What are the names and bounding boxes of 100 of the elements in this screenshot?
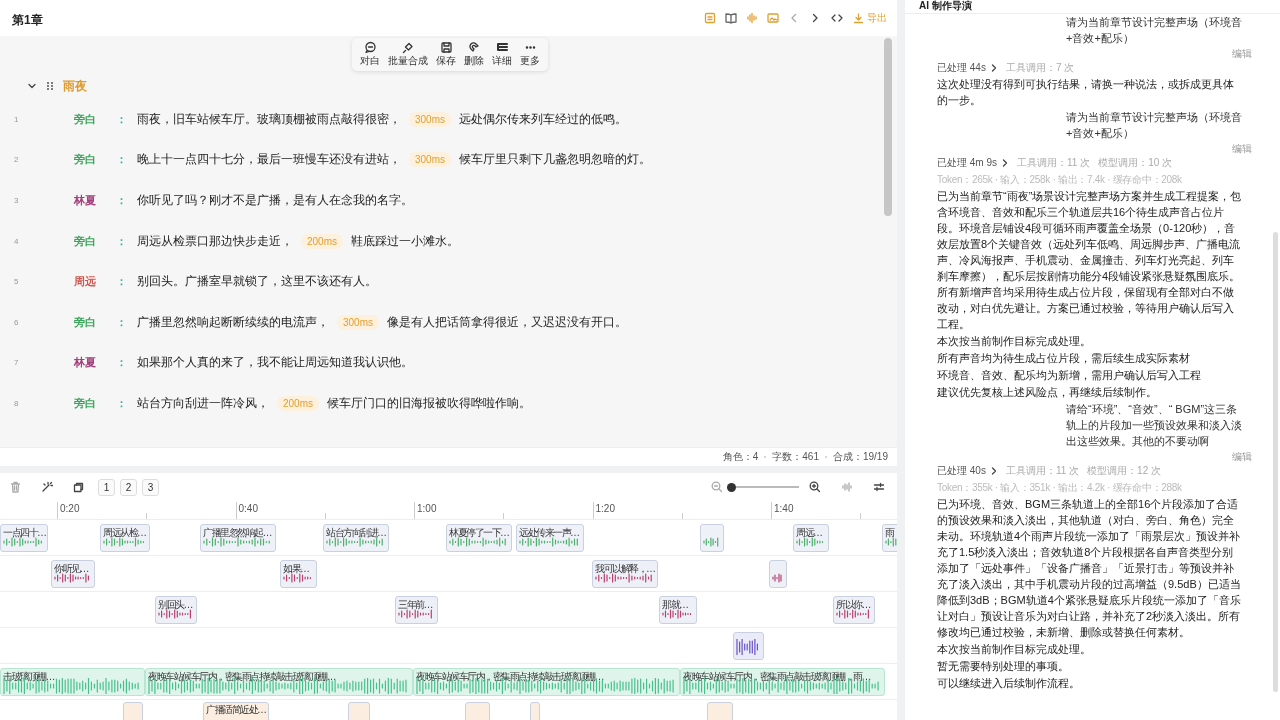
line-number: 5 (13, 277, 20, 287)
clip-label: 雨 (885, 526, 894, 540)
ambience-clip[interactable]: 击玻璃顶棚… (0, 668, 145, 696)
reply-text: 本次按当前制作目标完成处理。 (937, 334, 1092, 349)
line-text[interactable]: 别回头。广播室早就锁了，这里不该还有人。 (137, 273, 377, 291)
time-label: 1:20 (595, 503, 615, 514)
line-text[interactable]: 站台方向刮进一阵冷风， (137, 394, 269, 412)
clip-label: 周远从检… (103, 526, 146, 540)
line-text[interactable]: 晚上十一点四十七分，最后一班慢车还没有进站， (137, 151, 401, 169)
time-label: 1:00 (417, 503, 437, 514)
clip-label: 站台方向刮进… (326, 526, 386, 540)
separator: ： (115, 111, 127, 127)
voice-clip[interactable]: 我可以解释，… (592, 560, 658, 588)
line-text[interactable]: 广播里忽然响起断断续续的电流声， (137, 313, 329, 331)
reply-text: 可以继续进入后续制作流程。 (937, 676, 1081, 691)
line-number: 1 (13, 114, 20, 124)
processing-toggle[interactable]: 已处理 40s (937, 464, 998, 478)
reply-text: 所有声音均为待生成占位片段，需后续生成实际素材 (937, 351, 1191, 366)
line-text[interactable]: 远处偶尔传来列车经过的低鸣。 (459, 110, 627, 128)
clip-label: 你听见… (54, 562, 88, 576)
toolbar-button[interactable]: 保存 (433, 40, 459, 69)
voice-clip[interactable]: 那就… (659, 596, 697, 624)
usage-stat: 工具调用：11 次 (1017, 157, 1091, 169)
separator: ： (115, 314, 127, 330)
reply-text: 已为环境、音效、BGM三条轨道上的全部16个片段添加了合适的预设效果和淡入淡出，其他轨道（对白、旁白、角色）完全未动。环境轨道4个雨声片段统一添加了「雨景层次」预设并补充了1.5秒淡入淡出；音效轨道8个片段根据各自声音类型分别添加了「远处事件」「设备广播音」「近景打击」等预设并补充了淡入淡出，其中手机震动片段的过高增益（9.5dB）已适当降低到3dB；BGM轨道4个紧张悬疑底乐片段统一添加了「音乐让对白」预设让音乐为对白让路，并补充了2秒淡入淡出。所有修改均已通过校验，未新增、删除或替换任何素材。 (937, 497, 1242, 640)
usage-stat: 模型调用：10 次 (1098, 157, 1173, 169)
separator: ： (115, 233, 127, 249)
speaker-name[interactable]: 林夏 (74, 193, 96, 208)
layer-button[interactable]: 1 (98, 478, 115, 496)
line-text[interactable]: 候车厅门口的旧海报被吹得哗啦作响。 (327, 394, 531, 412)
voice-clip[interactable]: 你听见… (51, 560, 95, 588)
separator: ： (115, 274, 127, 290)
toolbar-button[interactable]: 详细 (489, 40, 515, 69)
line-text[interactable]: 鞋底踩过一小滩水。 (351, 232, 459, 250)
usage-stat: 工具调用：11 次 (1005, 465, 1080, 477)
voice-clip[interactable]: 三年前… (395, 596, 438, 624)
line-number: 7 (13, 358, 20, 368)
line-number: 8 (13, 398, 20, 408)
dialogue-clip[interactable]: 远处传来一声… (516, 524, 584, 552)
speaker-name[interactable]: 林夏 (74, 355, 96, 371)
separator: ： (115, 152, 127, 168)
time-label: 0:40 (238, 503, 258, 514)
line-text[interactable]: 候车厅里只剩下几盏忽明忽暗的灯。 (459, 151, 651, 169)
voice-clip[interactable]: 别回头… (155, 596, 197, 624)
token-stats: Token：265k · 输入：258k · 输出：7.4k · 缓存命中：208k (937, 173, 1183, 187)
reply-text: 这次处理没有得到可执行结果，请换一种说法，或拆成更具体的一步。 (937, 77, 1235, 108)
line-text[interactable]: 如果那个人真的来了，我不能让周远知道我认识他。 (137, 354, 413, 372)
line-text[interactable]: 你听见了吗？刚才不是广播，是有人在念我的名字。 (137, 192, 413, 209)
dialogue-clip[interactable]: 周远… (793, 524, 829, 552)
toolbar-button[interactable]: 删除 (461, 40, 487, 69)
line-text[interactable]: 雨夜，旧车站候车厅。玻璃顶棚被雨点敲得很密， (137, 110, 401, 128)
chapter-title: 第1章 (12, 11, 43, 29)
clip-label: 如果… (283, 562, 309, 576)
line-text[interactable]: 像是有人把话筒拿得很近，又迟迟没有开口。 (387, 313, 627, 331)
stat-label: 合成：19/19 (832, 450, 888, 464)
stat-label: 字数：461 (772, 450, 819, 464)
clip-label: 一点四十… (3, 526, 46, 540)
clip-label: 那就… (662, 598, 688, 612)
reply-text: 本次按当前制作目标完成处理。 (937, 642, 1092, 657)
user-message: 请为当前章节设计完整声场（环境音+音效+配乐） (1066, 15, 1243, 46)
separator: ： (115, 355, 127, 371)
time-label: 0:20 (60, 503, 80, 514)
separator: ： (115, 193, 127, 208)
processing-toggle[interactable]: 已处理 44s (937, 61, 998, 75)
clip-label: 远处传来一声… (519, 526, 579, 540)
token-stats: Token：355k · 输入：351k · 输出：4.2k · 缓存命中：288k (937, 481, 1183, 495)
reply-text: 已为当前章节“雨夜”场景设计完整声场方案并生成工程提案，包含环境音、音效和配乐三个轨道层共16个待生成声音占位片段。环境音层铺设4段可循环雨声覆盖全场景（0-120秒），音效层放置8个关键音效（远处列车低鸣、周远脚步声、广播电流声、冷风海报声、手机震动、金属撞击、列车灯光亮起、列车刹车摩擦），配乐层按剧情功能分4段铺设紧张悬疑氛围底乐。所有新增声音均采用待生成占位片段，保留现有全部对白不做改动，对白优先避让。方案已通过校验，等待用户确认后写入工程。 (937, 189, 1243, 332)
voice-clip[interactable]: 如果… (280, 560, 317, 588)
line-number: 3 (13, 196, 20, 205)
time-label: 1:40 (774, 503, 794, 514)
reply-text: 建议优先复核上述风险点，再继续后续制作。 (937, 385, 1158, 400)
toolbar-button[interactable]: 对白 (357, 40, 383, 69)
clip-label: 广播里忽然响起… (203, 526, 271, 540)
stat-label: 角色：4 (722, 450, 759, 464)
clip-label: 击玻璃顶棚… (3, 670, 54, 684)
layer-button[interactable]: 3 (142, 478, 159, 496)
clip-label: 林夏停了一下… (449, 526, 509, 540)
voice-clip[interactable]: 所以你… (833, 596, 875, 624)
clip-label: 所以你… (836, 598, 870, 612)
layer-button[interactable]: 2 (120, 478, 137, 496)
separator: ： (115, 395, 127, 411)
line-number: 6 (13, 317, 20, 327)
toolbar-button[interactable]: 更多 (517, 40, 543, 69)
usage-stat: 工具调用：7 次 (1005, 62, 1075, 74)
dialogue-clip[interactable]: 雨 (882, 524, 897, 552)
speaker-name[interactable]: 周远 (74, 274, 96, 290)
dialogue-clip[interactable]: 一点四十… (0, 524, 48, 552)
toolbar-button[interactable]: 批量合成 (385, 40, 431, 69)
line-text[interactable]: 周远从检票口那边快步走近， (137, 232, 293, 250)
line-number: 4 (13, 236, 20, 246)
dialogue-clip[interactable]: 林夏停了一下… (446, 524, 512, 552)
user-message: 请给“环境”、“音效”、“ BGM”这三条轨上的片段加一些预设效果和淡入淡出这些效果。其他的不要动啊 (1066, 402, 1243, 449)
dialogue-clip[interactable]: 站台方向刮进… (323, 524, 389, 552)
user-message: 请为当前章节设计完整声场（环境音+音效+配乐） (1066, 110, 1243, 141)
dialogue-clip[interactable]: 广播里忽然响起… (200, 524, 276, 552)
dialogue-clip[interactable]: 周远从检… (100, 524, 150, 552)
clip-label: 周远… (796, 526, 822, 540)
usage-stat: 模型调用：12 次 (1087, 465, 1161, 477)
processing-toggle[interactable]: 已处理 4m 9s (937, 156, 1009, 170)
reply-text: 暂无需要特别处理的事项。 (937, 659, 1070, 674)
